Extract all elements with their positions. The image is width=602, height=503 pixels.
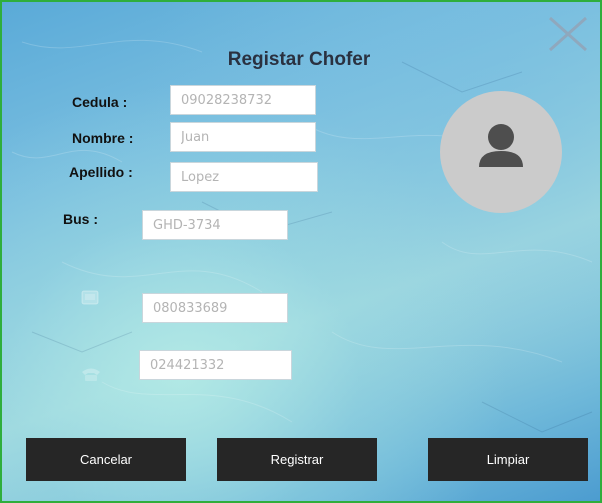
cedula-label: Cedula : — [72, 94, 128, 110]
bus-input[interactable] — [142, 210, 288, 240]
nombre-input[interactable] — [170, 122, 316, 152]
apellido-label: Apellido : — [69, 164, 133, 180]
celular-input[interactable] — [142, 293, 288, 323]
background-texture — [11, 39, 593, 433]
bus-label: Bus : — [63, 211, 98, 227]
apellido-input[interactable] — [170, 162, 318, 192]
page-title: Registar Chofer — [227, 49, 371, 70]
avatar[interactable] — [440, 91, 562, 213]
cedula-input[interactable] — [170, 85, 316, 115]
close-button[interactable] — [546, 14, 590, 54]
close-icon — [549, 16, 587, 52]
telefono-input[interactable] — [139, 350, 292, 380]
mobile-phone-icon — [80, 290, 100, 311]
clear-button[interactable]: Limpiar — [428, 438, 588, 481]
nombre-label: Nombre : — [72, 130, 134, 146]
register-button[interactable]: Registrar — [217, 438, 377, 481]
cancel-button[interactable]: Cancelar — [26, 438, 186, 481]
telephone-icon — [80, 366, 102, 387]
register-driver-window: Registar Chofer Cedula : Nombre : Apelli… — [0, 0, 602, 503]
user-icon — [479, 124, 523, 167]
